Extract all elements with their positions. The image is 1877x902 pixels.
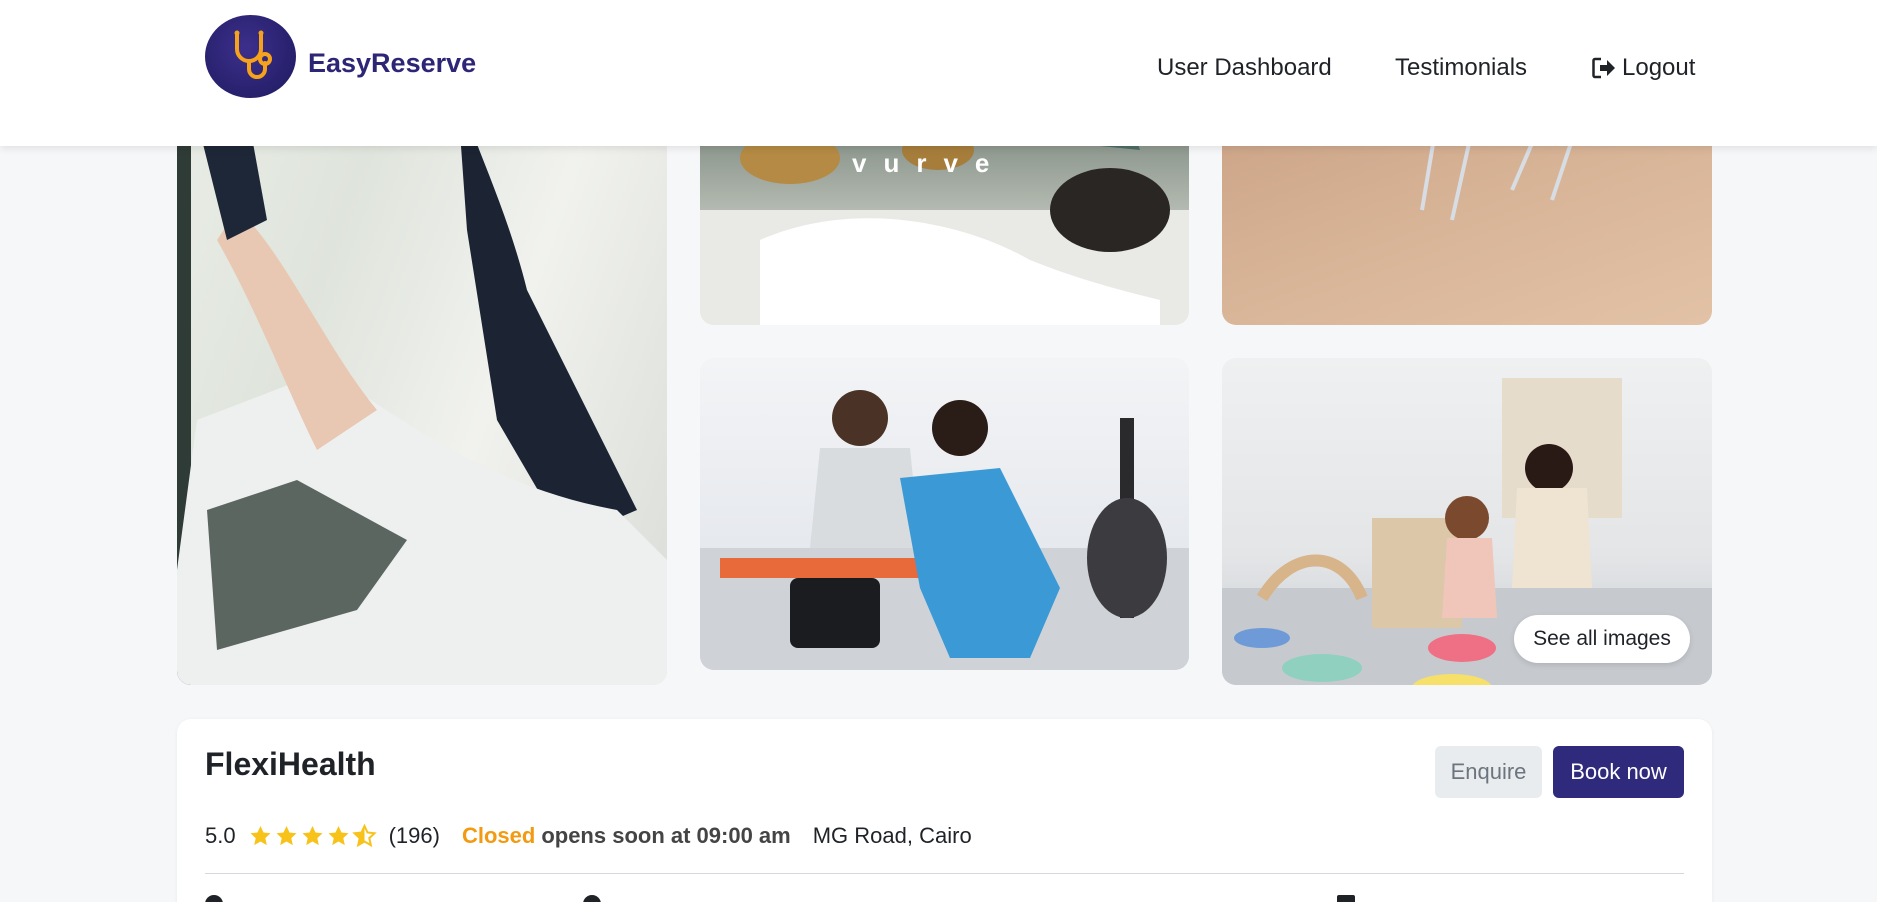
enquire-button[interactable]: Enquire xyxy=(1435,746,1542,798)
nav-logout[interactable]: Logout xyxy=(1592,54,1695,82)
card-divider xyxy=(205,873,1684,874)
star-icon xyxy=(328,826,349,846)
brand-logo[interactable] xyxy=(205,15,296,98)
rating-stars xyxy=(248,824,377,848)
document-icon xyxy=(1337,895,1355,902)
star-icon xyxy=(250,826,271,846)
review-count[interactable]: (196) xyxy=(389,823,440,849)
gallery-image-main[interactable] xyxy=(177,90,667,685)
stethoscope-icon xyxy=(234,30,272,79)
book-now-button[interactable]: Book now xyxy=(1553,746,1684,798)
clinic-location: MG Road, Cairo xyxy=(812,823,972,848)
physiotherapy-photo xyxy=(177,90,667,685)
clinic-info-card: FlexiHealth Enquire Book now 5.0 (196) C… xyxy=(177,719,1712,902)
see-all-images-button[interactable]: See all images xyxy=(1514,615,1690,663)
brand-name[interactable]: EasyReserve xyxy=(308,48,476,79)
location-pin-icon xyxy=(205,895,223,902)
rating-value: 5.0 xyxy=(205,823,236,848)
clinic-meta-row: 5.0 (196) Closed opens soon at 09:00 am … xyxy=(205,823,972,849)
star-half-icon xyxy=(351,824,377,848)
logout-label: Logout xyxy=(1622,54,1696,81)
opening-time: opens soon at 09:00 am xyxy=(541,823,791,848)
clinic-name: FlexiHealth xyxy=(205,746,376,782)
top-navbar: EasyReserve User Dashboard Testimonials … xyxy=(0,0,1877,146)
rehab-bike-photo xyxy=(700,390,1189,670)
clock-icon xyxy=(583,895,601,902)
nav-user-dashboard[interactable]: User Dashboard xyxy=(1157,54,1332,82)
gallery-overlay-text: vurve xyxy=(852,148,1007,178)
nav-testimonials[interactable]: Testimonials xyxy=(1395,54,1527,82)
star-icon xyxy=(302,826,323,846)
status-badge: Closed xyxy=(461,823,536,848)
gallery-image-rehab[interactable] xyxy=(700,358,1189,670)
star-icon xyxy=(276,826,297,846)
logout-icon xyxy=(1592,57,1615,79)
